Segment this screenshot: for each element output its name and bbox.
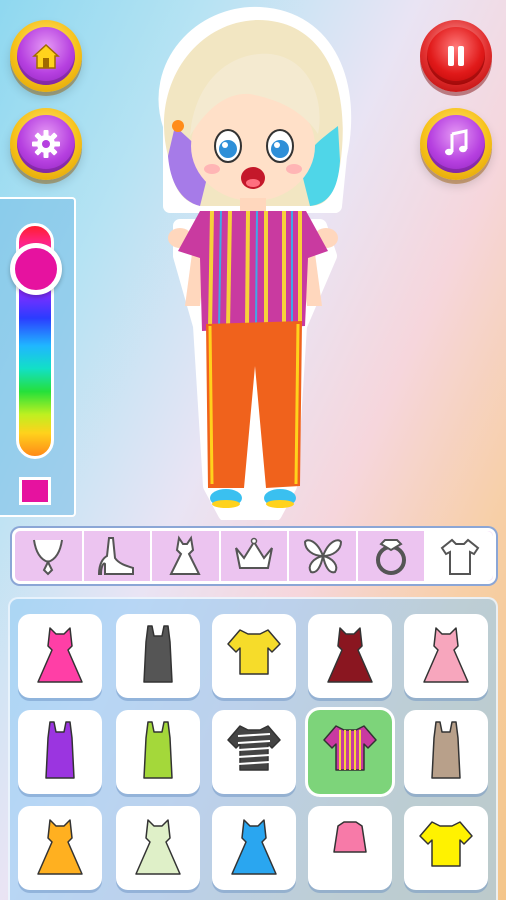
music-note-icon [445, 129, 468, 156]
yellow-sundress-icon [37, 819, 83, 875]
doll-character [158, 6, 352, 520]
purple-corset-top-icon [45, 721, 75, 779]
clothing-item[interactable] [404, 614, 488, 698]
clothing-item[interactable] [18, 806, 102, 890]
ring-icon [376, 539, 407, 575]
necklace-icon [33, 539, 64, 576]
clothing-item[interactable] [308, 710, 392, 794]
wings-icon [303, 539, 342, 574]
yellow-knot-top-icon [227, 629, 281, 675]
category-wings[interactable] [289, 531, 358, 581]
home-icon [32, 43, 60, 69]
clothing-item[interactable] [404, 710, 488, 794]
settings-button[interactable] [10, 108, 82, 180]
color-slider-knob[interactable] [10, 242, 62, 295]
category-shoes[interactable] [84, 531, 153, 581]
category-rings[interactable] [358, 531, 427, 581]
shoe-icon [97, 537, 134, 575]
clothing-item[interactable] [212, 806, 296, 890]
category-crowns[interactable] [221, 531, 290, 581]
maroon-belted-dress-icon [327, 627, 373, 683]
clothing-item[interactable] [116, 806, 200, 890]
crown-icon [235, 537, 273, 569]
beige-tank-top-icon [431, 721, 461, 779]
pink-crop-top-icon [333, 821, 367, 853]
pink-tutu-dress-icon [423, 627, 469, 683]
blue-skater-dress-icon [231, 819, 277, 875]
clothing-item[interactable] [404, 806, 488, 890]
home-button[interactable] [10, 20, 82, 92]
floral-dress-icon [135, 819, 181, 875]
clothing-item[interactable] [308, 806, 392, 890]
category-necklace[interactable] [15, 531, 84, 581]
color-picker-panel [0, 197, 76, 517]
striped-top-icon [227, 725, 281, 771]
gray-tank-top-icon [143, 625, 173, 683]
clothing-item[interactable] [18, 614, 102, 698]
dress-icon [169, 535, 202, 575]
pause-icon [448, 46, 464, 66]
pink-ruffle-dress-icon [37, 627, 83, 683]
selected-color-swatch [19, 477, 51, 505]
category-bar [12, 528, 496, 584]
yellow-ruffle-top-icon [419, 821, 473, 867]
category-tops[interactable] [426, 531, 494, 581]
music-button[interactable] [420, 108, 492, 180]
clothing-item[interactable] [116, 614, 200, 698]
tshirt-icon [440, 538, 480, 575]
striped-oversized-top-icon [323, 725, 377, 771]
category-dresses[interactable] [152, 531, 221, 581]
lime-tank-top-icon [143, 721, 173, 779]
pause-button[interactable] [420, 20, 492, 92]
gear-icon [32, 130, 60, 158]
clothing-item[interactable] [212, 710, 296, 794]
clothing-item[interactable] [212, 614, 296, 698]
clothing-item[interactable] [18, 710, 102, 794]
clothing-item[interactable] [116, 710, 200, 794]
clothing-item[interactable] [308, 614, 392, 698]
